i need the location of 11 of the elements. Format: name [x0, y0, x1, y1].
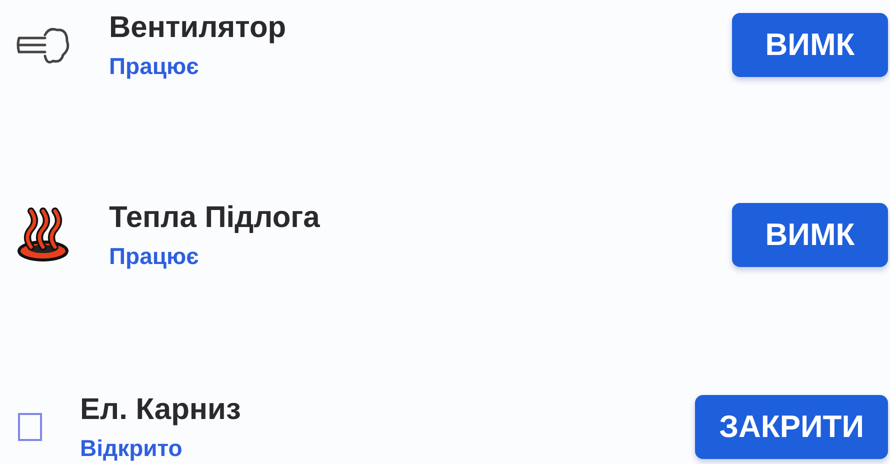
device-name: Ел. Карниз: [80, 392, 242, 426]
heated-floor-icon: [15, 207, 71, 263]
device-name: Тепла Підлога: [109, 200, 321, 234]
square-icon: [18, 413, 42, 441]
toggle-button[interactable]: ВИМК: [732, 203, 888, 267]
toggle-button[interactable]: ВИМК: [732, 13, 888, 77]
toggle-button[interactable]: ЗАКРИТИ: [695, 395, 888, 459]
device-status: Працює: [109, 242, 200, 270]
device-status: Відкрито: [80, 434, 184, 462]
device-status: Працює: [109, 52, 200, 80]
device-name: Вентилятор: [109, 10, 288, 44]
